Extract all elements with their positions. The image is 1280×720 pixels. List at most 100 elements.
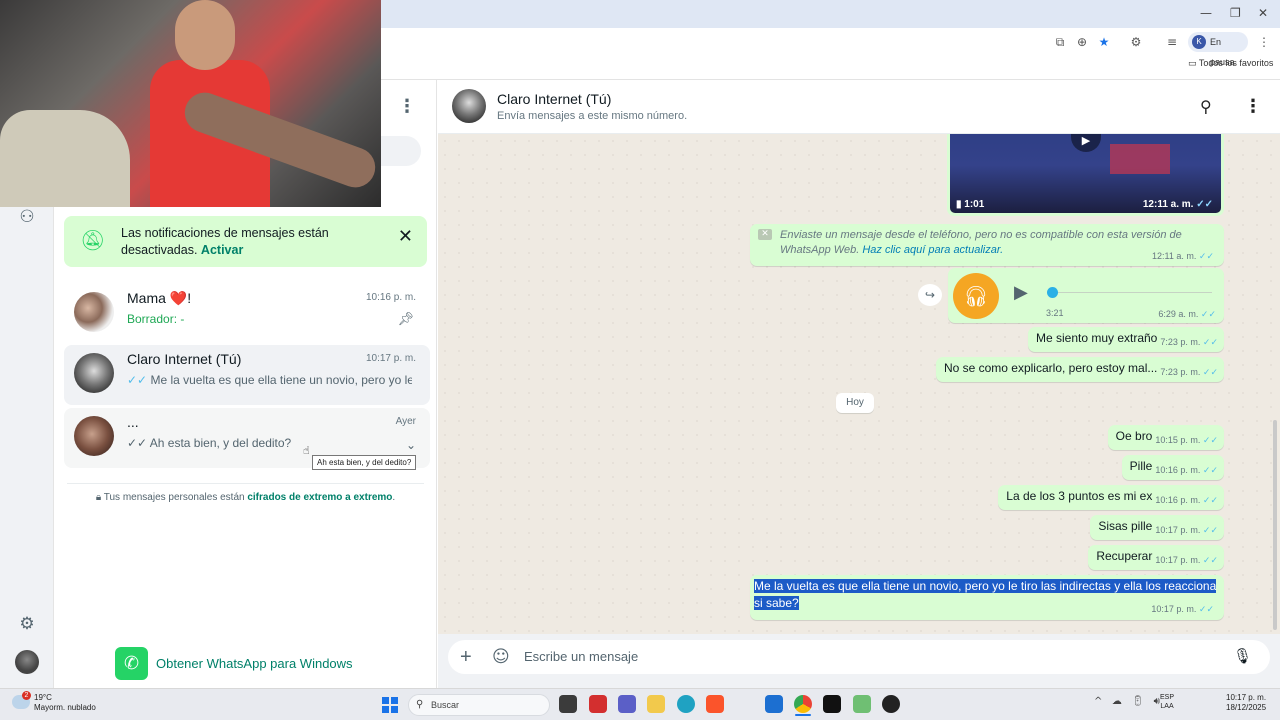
browser-menu-icon[interactable]: ⋮ [1256, 34, 1272, 50]
chevron-down-icon[interactable]: ⌄ [406, 438, 416, 452]
extensions-icon[interactable]: ⚙ [1128, 34, 1144, 50]
message-bubble[interactable]: Recuperar 10:17 p. m. ✓✓ [1088, 545, 1224, 570]
close-window-button[interactable]: ✕ [1258, 6, 1268, 20]
message-bubble[interactable]: Me siento muy extraño 7:23 p. m. ✓✓ [1027, 327, 1224, 352]
search-icon[interactable]: ⚲ [1200, 97, 1212, 116]
install-app-icon[interactable]: ⧉ [1052, 34, 1068, 50]
attach-plus-icon[interactable]: + [460, 645, 472, 669]
media-icon[interactable]: ≡ [1164, 34, 1180, 50]
webcam-background-object [0, 110, 130, 207]
teams-icon[interactable] [618, 695, 636, 713]
settings-icon[interactable]: ⚙ [15, 612, 39, 636]
contact-subtitle: Envía mensajes a este mismo número. [497, 110, 688, 122]
minimize-button[interactable]: — [1200, 6, 1212, 20]
chat-item-mama[interactable]: Mama ❤️! 10:16 p. m. Borrador: - 📌︎ [64, 284, 430, 344]
chat-time: 10:16 p. m. [365, 292, 416, 303]
weather-widget[interactable]: 2 19°C Mayorm. nublado [12, 691, 96, 713]
read-ticks-icon: ✓✓ [127, 373, 148, 387]
message-bubble[interactable]: La de los 3 puntos es mi ex 10:16 p. m. … [998, 485, 1224, 510]
chat-item-claro-internet[interactable]: Claro Internet (Tú) 10:17 p. m. ✓✓ Me la… [64, 345, 430, 405]
taskbar-clock[interactable]: 10:17 p. m. 18/12/2025 [1226, 693, 1266, 713]
taskbar-search[interactable]: ⚲ Buscar [408, 694, 550, 716]
update-link[interactable]: Haz clic aquí para actualizar. [862, 244, 1003, 256]
message-time: 7:23 p. m. [1160, 337, 1201, 347]
message-bubble[interactable]: No se como explicarlo, pero estoy mal...… [935, 357, 1224, 382]
conversation-menu-icon[interactable]: ⋮ [1244, 96, 1262, 118]
chat-list-menu-icon[interactable]: ⋮ [398, 96, 416, 118]
message-time: 7:23 p. m. [1160, 367, 1201, 377]
communities-icon[interactable]: ⚇ [15, 205, 39, 229]
microphone-icon[interactable]: 🎙︎ [1233, 647, 1252, 665]
contact-avatar[interactable] [452, 89, 486, 123]
system-tray-icons[interactable]: ^ ☁ 🔋︎ 🔊︎ [1094, 696, 1160, 707]
maximize-button[interactable]: ❐ [1230, 6, 1241, 20]
input-language[interactable]: ESP LAA [1160, 693, 1174, 711]
chat-avatar [74, 292, 114, 332]
read-ticks-icon: ✓✓ [1198, 251, 1214, 261]
audio-progress-track[interactable] [1052, 292, 1212, 293]
all-bookmarks-label: Todos los favoritos [1198, 58, 1274, 68]
message-time: 10:17 p. m. [1151, 604, 1197, 614]
message-meta: 10:17 p. m. ✓✓ [1151, 604, 1214, 615]
chat-avatar [74, 416, 114, 456]
message-text: Sisas pille [1098, 519, 1153, 533]
profile-button[interactable]: K En pausa [1188, 32, 1248, 67]
app-icon-circle[interactable] [882, 695, 900, 713]
message-bubble[interactable]: Sisas pille 10:17 p. m. ✓✓ [1090, 515, 1224, 540]
message-bubble-selected[interactable]: Me la vuelta es que ella tiene un novio,… [750, 575, 1224, 620]
hand-cursor-icon: ☝ [303, 444, 310, 457]
get-windows-app-button[interactable]: ✆ Obtener WhatsApp para Windows [115, 647, 353, 680]
video-message[interactable]: ▶ ▮ 1:01 12:11 a. m. ✓✓ [947, 134, 1224, 216]
brave-icon[interactable] [706, 695, 724, 713]
message-bubble[interactable]: Oe bro 10:15 p. m. ✓✓ [1107, 425, 1224, 450]
activate-notifications-link[interactable]: Activar [201, 243, 243, 257]
bookmark-star-icon[interactable]: ★ [1096, 34, 1112, 50]
audio-progress-handle[interactable] [1047, 287, 1058, 298]
messages-scrollbar[interactable] [1273, 420, 1277, 630]
all-bookmarks-button[interactable]: ▭ Todos los favoritos [1188, 58, 1273, 69]
forward-icon[interactable]: ↪ [918, 284, 942, 306]
play-icon[interactable]: ▶ [1071, 134, 1101, 152]
windows-start-icon[interactable] [382, 697, 398, 713]
message-meta: 7:23 p. m. ✓✓ [1160, 361, 1218, 382]
message-meta: 10:15 p. m. ✓✓ [1155, 429, 1218, 450]
read-ticks-icon: ✓✓ [1202, 435, 1218, 445]
edge-icon[interactable] [677, 695, 695, 713]
video-time-value: 12:11 a. m. [1142, 199, 1194, 210]
profile-avatar-button[interactable] [15, 650, 39, 674]
message-time: 10:17 p. m. [1155, 525, 1201, 535]
chat-name: ... [127, 414, 139, 430]
sticker-icon[interactable]: ☺ [492, 646, 510, 668]
chat-preview-text: Me la vuelta es que ella tiene un novio,… [150, 373, 412, 387]
close-banner-icon[interactable]: ✕ [398, 226, 413, 247]
encryption-link[interactable]: cifrados de extremo a extremo [247, 492, 392, 503]
app-icon-green[interactable] [853, 695, 871, 713]
video-duration: ▮ 1:01 [956, 199, 984, 210]
video-thumbnail-detail [1110, 144, 1170, 174]
contact-name[interactable]: Claro Internet (Tú) [497, 91, 611, 107]
read-ticks-icon: ✓✓ [1202, 367, 1218, 377]
draft-text: - [177, 312, 185, 326]
chrome-icon[interactable] [794, 695, 812, 713]
message-time: 10:16 p. m. [1155, 495, 1201, 505]
chat-search-box[interactable] [381, 136, 421, 166]
profile-avatar: K [1192, 35, 1206, 49]
message-time: 10:17 p. m. [1155, 555, 1201, 565]
unsupported-text: Enviaste un mensaje desde el teléfono, p… [758, 228, 1216, 258]
play-audio-icon[interactable]: ▶ [1014, 282, 1028, 303]
app-icon-dark[interactable] [823, 695, 841, 713]
chat-preview: ✓✓ Me la vuelta es que ella tiene un nov… [127, 373, 412, 387]
store-icon[interactable] [765, 695, 783, 713]
message-bubble[interactable]: Pille 10:16 p. m. ✓✓ [1121, 455, 1224, 480]
message-text: Oe bro [1115, 429, 1153, 443]
conversation-header[interactable] [438, 80, 1280, 134]
file-explorer-icon[interactable] [647, 695, 665, 713]
zoom-icon[interactable]: ⊕ [1074, 34, 1090, 50]
taskbar-search-label: Buscar [431, 700, 460, 710]
folder-icon: ▭ [1188, 59, 1197, 69]
app-icon-red[interactable] [589, 695, 607, 713]
video-thumbnail: ▶ ▮ 1:01 12:11 a. m. ✓✓ [950, 134, 1221, 213]
task-view-icon[interactable] [559, 695, 577, 713]
message-input[interactable]: Escribe un mensaje [524, 649, 638, 664]
unsupported-icon: ✕ [758, 229, 772, 240]
